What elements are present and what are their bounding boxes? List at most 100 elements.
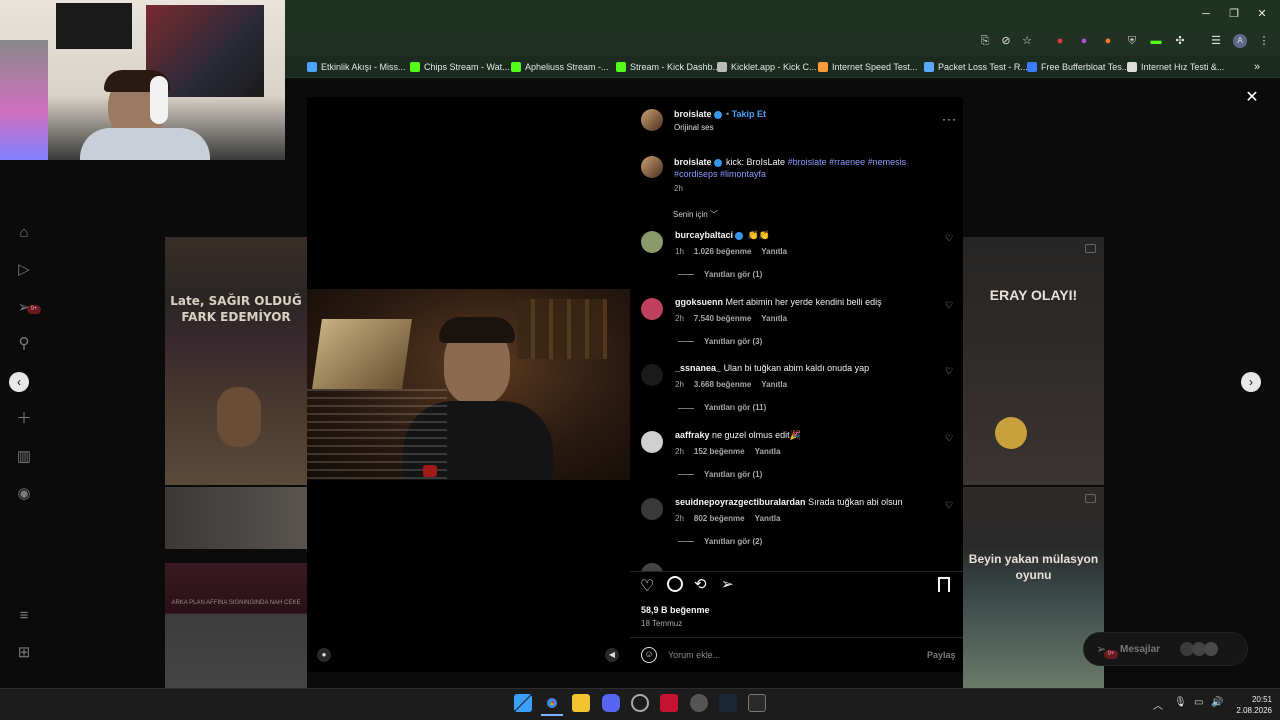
- close-modal-icon[interactable]: ✕: [1243, 89, 1261, 107]
- bookmark-item[interactable]: Free Bufferbloat Tes...: [1027, 58, 1129, 76]
- repost-icon[interactable]: ⟲: [694, 575, 707, 593]
- comment-icon[interactable]: [667, 576, 683, 592]
- dashboard-icon[interactable]: ▥: [14, 447, 34, 467]
- view-replies-button[interactable]: Yanıtları gör (2): [678, 537, 762, 546]
- search-icon[interactable]: ⚲: [14, 334, 34, 354]
- likes-count[interactable]: 58,9 B beğenme: [641, 605, 710, 615]
- background-thumbnail[interactable]: ERAY OLAYI!: [963, 237, 1104, 485]
- bookmark-icon[interactable]: [938, 577, 950, 592]
- bookmark-item[interactable]: Internet Speed Test...: [818, 58, 917, 76]
- view-replies-button[interactable]: Yanıtları gör (1): [678, 470, 762, 479]
- comment-username[interactable]: ggoksuenn: [675, 297, 723, 307]
- sort-dropdown[interactable]: Senin için ﹀: [673, 209, 718, 220]
- puzzle-icon[interactable]: ✣: [1173, 34, 1187, 48]
- clock[interactable]: 20:51 2.08.2026: [1232, 694, 1272, 716]
- comment-username[interactable]: seuidnepoyrazgectiburalardan: [675, 497, 806, 507]
- bookmark-item[interactable]: Apheliuss Stream -...: [511, 58, 609, 76]
- next-post-button[interactable]: ›: [1241, 372, 1261, 392]
- background-thumbnail[interactable]: ARKA PLAN AFFINA SIGNINGINDA NAH CEKE: [165, 563, 307, 688]
- bookmark-item[interactable]: Etkinlik Akışı - Miss...: [307, 58, 406, 76]
- reply-button[interactable]: Yanıtla: [761, 247, 787, 256]
- profile-icon[interactable]: ◉: [14, 484, 34, 504]
- caption-avatar[interactable]: [641, 156, 663, 178]
- background-thumbnail[interactable]: Beyin yakan mülasyon oyunu: [963, 487, 1104, 688]
- shield-icon[interactable]: ⛨: [1125, 34, 1139, 48]
- install-app-icon[interactable]: ⎘: [978, 34, 992, 48]
- bookmarks-overflow-icon[interactable]: »: [1250, 60, 1264, 74]
- bookmark-item[interactable]: Internet Hız Testi &...: [1127, 58, 1224, 76]
- audio-label[interactable]: Orijinal ses: [674, 123, 714, 132]
- star-icon[interactable]: ☆: [1020, 34, 1034, 48]
- more-icon[interactable]: ···: [942, 112, 957, 126]
- file-explorer-icon[interactable]: [572, 694, 590, 712]
- app-icon[interactable]: [690, 694, 708, 712]
- reply-button[interactable]: Yanıtla: [761, 314, 787, 323]
- reply-button[interactable]: Yanıtla: [755, 514, 781, 523]
- emoji-icon[interactable]: ☺: [641, 647, 657, 663]
- reading-list-icon[interactable]: ☰: [1209, 34, 1223, 48]
- extension-orange-icon[interactable]: ●: [1101, 34, 1115, 48]
- comment-username[interactable]: aaffraky: [675, 430, 710, 440]
- display-icon[interactable]: ▭: [1194, 697, 1203, 708]
- comment-input[interactable]: Yorum ekle...: [668, 650, 720, 660]
- comment-like-icon[interactable]: ♡: [945, 500, 953, 511]
- comment-like-icon[interactable]: ♡: [945, 300, 953, 311]
- bookmark-item[interactable]: Packet Loss Test - R...: [924, 58, 1028, 76]
- user-tag-icon[interactable]: ●: [317, 648, 331, 662]
- extension-red-icon[interactable]: ●: [1053, 34, 1067, 48]
- comment-username[interactable]: burcaybaltaci: [675, 230, 733, 240]
- comment-likes[interactable]: 3.668 beğenme: [694, 380, 751, 389]
- caption-username[interactable]: broislate: [674, 157, 712, 167]
- follow-button[interactable]: Takip Et: [732, 109, 766, 119]
- post-comment-button[interactable]: Paylaş: [927, 650, 956, 660]
- tray-overflow-icon[interactable]: ︿: [1153, 697, 1163, 712]
- author-avatar[interactable]: [641, 109, 663, 131]
- close-window-button[interactable]: ✕: [1252, 6, 1272, 22]
- volume-icon[interactable]: 🔊: [1211, 697, 1223, 708]
- reels-icon[interactable]: ▷: [14, 260, 34, 280]
- home-icon[interactable]: ⌂: [14, 223, 34, 243]
- author-username[interactable]: broislate: [674, 109, 712, 119]
- microphone-icon[interactable]: 🎙: [1174, 697, 1187, 708]
- menu-dots-icon[interactable]: ⋮: [1257, 34, 1271, 48]
- bookmark-item[interactable]: Stream - Kick Dashb...: [616, 58, 720, 76]
- comment-likes[interactable]: 7.540 beğenme: [694, 314, 751, 323]
- start-icon[interactable]: [514, 694, 532, 712]
- reply-button[interactable]: Yanıtla: [761, 380, 787, 389]
- profile-avatar[interactable]: A: [1233, 34, 1247, 48]
- comment-likes[interactable]: 1.026 beğenme: [694, 247, 751, 256]
- extension-purple-icon[interactable]: ●: [1077, 34, 1091, 48]
- create-icon[interactable]: ＋: [14, 409, 34, 429]
- app-icon[interactable]: [660, 694, 678, 712]
- messages-pill[interactable]: ➢ 9+ Mesajlar: [1083, 632, 1248, 666]
- commenter-avatar[interactable]: [641, 497, 663, 520]
- steam-icon[interactable]: [719, 694, 737, 712]
- bookmark-item[interactable]: Kicklet.app - Kick C...: [717, 58, 817, 76]
- background-thumbnail[interactable]: [165, 487, 307, 549]
- apps-icon[interactable]: ⊞: [14, 643, 34, 663]
- view-replies-button[interactable]: Yanıtları gör (1): [678, 270, 762, 279]
- commenter-avatar[interactable]: [641, 431, 663, 454]
- comment-like-icon[interactable]: ♡: [945, 233, 953, 244]
- extension-green-icon[interactable]: ▬: [1149, 34, 1163, 48]
- comment-likes[interactable]: 802 beğenme: [694, 514, 745, 523]
- mute-icon[interactable]: ◀: [605, 648, 619, 662]
- like-icon[interactable]: ♡: [640, 576, 654, 596]
- comment-username[interactable]: _ssnanea_: [675, 363, 721, 373]
- chrome-icon[interactable]: [543, 694, 561, 712]
- share-icon[interactable]: ➢: [721, 575, 734, 593]
- commenter-avatar[interactable]: [641, 297, 663, 320]
- view-replies-button[interactable]: Yanıtları gör (3): [678, 337, 762, 346]
- commenter-avatar[interactable]: [641, 231, 663, 253]
- hamburger-menu-icon[interactable]: ≡: [14, 606, 34, 626]
- discord-icon[interactable]: [602, 694, 620, 712]
- eye-off-icon[interactable]: ⊘: [999, 34, 1013, 48]
- bookmark-item[interactable]: Chips Stream - Wat...: [410, 58, 510, 76]
- previous-post-button[interactable]: ‹: [9, 372, 29, 392]
- obs-icon[interactable]: [631, 694, 649, 712]
- epic-games-icon[interactable]: [748, 694, 766, 712]
- view-replies-button[interactable]: Yanıtları gör (11): [678, 403, 766, 412]
- caption-hashtags[interactable]: #cordiseps #limontayfa: [674, 169, 766, 179]
- maximize-button[interactable]: ❐: [1224, 6, 1244, 22]
- background-thumbnail[interactable]: Late, SAĞIR OLDUĞ FARK EDEMİYOR: [165, 237, 307, 485]
